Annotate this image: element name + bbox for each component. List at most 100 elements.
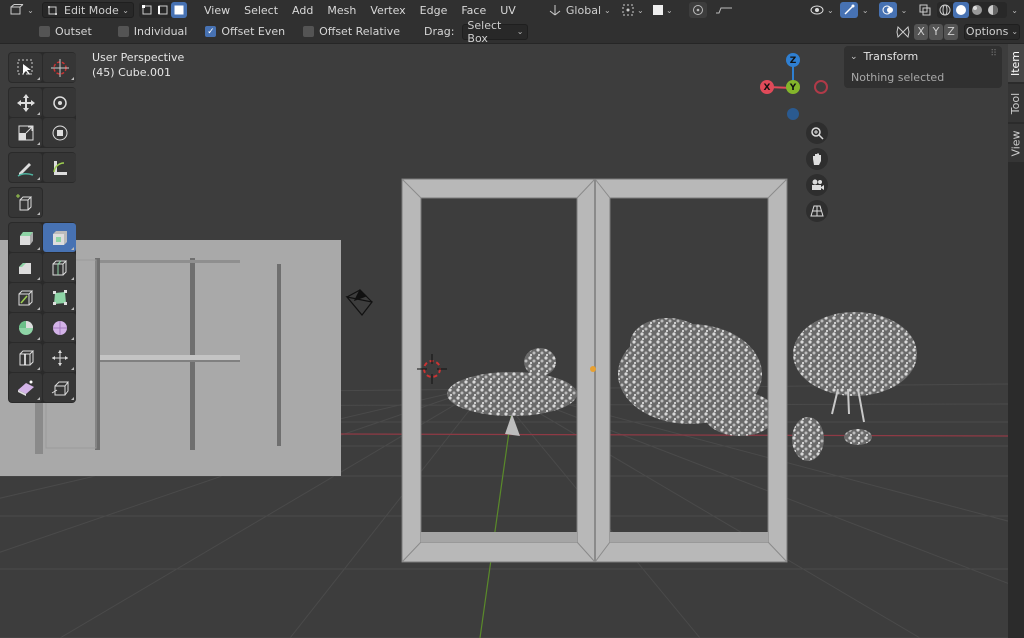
solid-shading-icon[interactable]	[953, 2, 970, 18]
material-shading-icon[interactable]	[969, 2, 985, 18]
spin-icon	[18, 320, 33, 335]
add-cube-tool[interactable]	[9, 188, 42, 217]
chevron-down-icon: ⌄	[665, 5, 673, 15]
gizmo-toggle-button[interactable]	[839, 2, 858, 18]
drag-value: Select Box	[467, 18, 502, 45]
outset-checkbox[interactable]: Outset	[39, 25, 92, 38]
menu-edge[interactable]: Edge	[413, 4, 455, 17]
overlays-toggle-button[interactable]	[878, 2, 897, 18]
menu-mesh[interactable]: Mesh	[320, 4, 363, 17]
scene-canvas[interactable]	[0, 44, 1008, 638]
offset-relative-checkbox[interactable]: Offset Relative	[303, 25, 400, 38]
menu-view[interactable]: View	[197, 4, 237, 17]
snap-target-icon	[652, 5, 663, 15]
mirror-y-button[interactable]: Y	[929, 23, 943, 40]
annotate-tool[interactable]	[9, 153, 42, 182]
measure-tool[interactable]	[43, 153, 76, 182]
spin-tool[interactable]	[9, 313, 42, 342]
edge-slide-icon	[19, 350, 34, 365]
visibility-dropdown[interactable]: ⌄	[808, 2, 836, 18]
poly-build-tool[interactable]	[43, 283, 76, 312]
menu-select[interactable]: Select	[237, 4, 285, 17]
select-box-icon	[17, 59, 32, 75]
select-box-tool[interactable]	[9, 53, 42, 82]
neg-x-axis-circle[interactable]	[814, 80, 828, 94]
tool-group-transform	[8, 87, 76, 148]
menu-vertex[interactable]: Vertex	[363, 4, 412, 17]
tool-shelf	[8, 52, 76, 407]
face-select-icon[interactable]	[171, 2, 187, 18]
extrude-tool[interactable]	[9, 223, 42, 252]
chevron-down-icon: ⌄	[122, 5, 129, 15]
shrink-fatten-tool[interactable]	[43, 343, 76, 372]
xray-icon	[919, 4, 931, 16]
checkbox-box	[39, 26, 50, 37]
ruler-icon	[52, 160, 67, 175]
inset-faces-tool[interactable]	[43, 223, 76, 252]
scale-icon	[18, 125, 33, 140]
edge-slide-tool[interactable]	[9, 343, 42, 372]
move-icon	[16, 93, 35, 112]
vertex-select-icon[interactable]	[139, 2, 155, 18]
rip-region-tool[interactable]	[43, 373, 76, 402]
zoom-button[interactable]	[806, 122, 828, 144]
mode-dropdown[interactable]: Edit Mode ⌄	[42, 2, 134, 18]
rotate-tool[interactable]	[43, 88, 76, 117]
menu-add[interactable]: Add	[285, 4, 320, 17]
individual-checkbox[interactable]: Individual	[117, 25, 187, 38]
mirror-x-button[interactable]: X	[914, 23, 928, 40]
menu-uv[interactable]: UV	[493, 4, 523, 17]
knife-tool[interactable]	[9, 283, 42, 312]
edge-select-icon[interactable]	[155, 2, 171, 18]
rendered-shading-icon[interactable]	[985, 2, 1001, 18]
tab-view[interactable]: View	[1008, 124, 1024, 162]
offset-even-checkbox[interactable]: ✓ Offset Even	[205, 25, 285, 38]
loop-cut-tool[interactable]	[43, 253, 76, 282]
transform-panel-header[interactable]: ⌄ Transform	[850, 50, 918, 63]
orientation-label: Global	[565, 3, 601, 17]
inset-faces-icon	[52, 230, 67, 245]
proportional-edit-button[interactable]	[688, 2, 707, 18]
neg-z-axis-circle[interactable]	[787, 108, 799, 120]
transform-panel: ⌄ Transform ⠿ Nothing selected	[844, 46, 1002, 88]
menu-face[interactable]: Face	[454, 4, 493, 17]
smooth-tool[interactable]	[43, 313, 76, 342]
mirror-z-button[interactable]: Z	[944, 23, 958, 40]
xray-toggle-button[interactable]	[917, 2, 933, 18]
shear-tool[interactable]	[9, 373, 42, 402]
navigation-gizmo[interactable]: Z X Y	[755, 52, 835, 132]
annotate-pencil-icon	[17, 162, 33, 177]
move-tool[interactable]	[9, 88, 42, 117]
transform-tool[interactable]	[43, 118, 76, 147]
tab-tool[interactable]: Tool	[1008, 84, 1024, 122]
snap-dropdown[interactable]: ⌄	[649, 2, 677, 18]
pivot-dropdown[interactable]: ⌄	[621, 2, 645, 18]
add-cube-icon	[15, 193, 32, 210]
pan-button[interactable]	[806, 148, 828, 170]
wireframe-shading-icon[interactable]	[937, 2, 953, 18]
scale-tool[interactable]	[9, 118, 42, 147]
editor-3d-view-icon	[10, 4, 24, 15]
x-axis-label: X	[764, 83, 771, 93]
chevron-down-icon[interactable]: ⌄	[1011, 6, 1018, 15]
proportional-falloff-dropdown[interactable]	[709, 2, 739, 18]
proportional-edit-icon	[692, 5, 703, 15]
projection-toggle-button[interactable]	[806, 200, 828, 222]
camera-view-button[interactable]	[806, 174, 828, 196]
chevron-down-icon: ⌄	[636, 5, 644, 15]
cursor-tool[interactable]	[43, 53, 76, 82]
transform-orientation-dropdown[interactable]: Global ⌄	[547, 2, 613, 18]
mode-label: Edit Mode	[64, 3, 119, 17]
drag-dropdown[interactable]: Select Box ⌄	[462, 19, 529, 45]
shading-mode-group	[937, 2, 1008, 18]
checkbox-box	[117, 26, 129, 37]
bevel-tool[interactable]	[9, 253, 42, 282]
drag-handle-icon[interactable]: ⠿	[990, 49, 997, 59]
chevron-down-icon[interactable]: ⌄	[901, 6, 908, 15]
chevron-down-icon[interactable]: ⌄	[862, 6, 869, 15]
3d-viewport[interactable]: User Perspective (45) Cube.001 Z X Y	[0, 44, 1008, 638]
smooth-icon	[52, 320, 67, 335]
editor-type-button[interactable]: ⌄	[8, 2, 36, 18]
options-dropdown[interactable]: Options ⌄	[964, 23, 1020, 40]
tab-item[interactable]: Item	[1008, 44, 1024, 82]
